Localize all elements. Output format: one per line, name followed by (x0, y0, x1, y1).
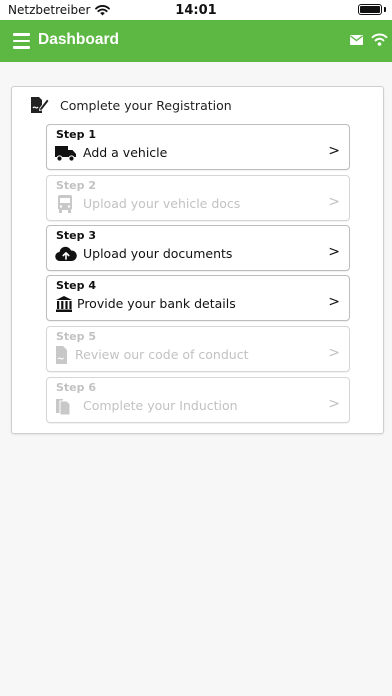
chevron-right-icon: > (328, 345, 340, 361)
cloud-upload-icon (55, 246, 77, 262)
hamburger-menu-icon[interactable] (13, 33, 30, 49)
chevron-right-icon: > (328, 143, 340, 159)
wifi-icon[interactable] (371, 32, 388, 46)
status-bar: Netzbetreiber 14:01 (0, 0, 392, 20)
step-number: Step 4 (56, 279, 96, 292)
registration-card: Complete your Registration Step 1 Add a … (11, 86, 384, 434)
bank-icon (56, 296, 72, 312)
chevron-right-icon: > (328, 244, 340, 260)
bus-icon (58, 195, 72, 213)
chevron-right-icon: > (328, 194, 340, 210)
chevron-right-icon: > (328, 294, 340, 310)
app-header: Dashboard (0, 20, 392, 62)
step-text: Add a vehicle (83, 145, 168, 160)
step-number: Step 5 (56, 330, 96, 343)
step-upload-vehicle-docs[interactable]: Step 2 Upload your vehicle docs > (46, 175, 350, 221)
copy-icon (56, 399, 71, 415)
page-title: Dashboard (38, 31, 119, 48)
envelope-icon[interactable] (350, 35, 363, 45)
battery-icon (358, 4, 382, 15)
step-code-of-conduct[interactable]: Step 5 Review our code of conduct > (46, 326, 350, 372)
step-number: Step 6 (56, 381, 96, 394)
edit-document-icon (31, 97, 50, 113)
step-number: Step 2 (56, 179, 96, 192)
step-text: Complete your Induction (83, 398, 238, 413)
step-number: Step 3 (56, 229, 96, 242)
truck-icon (55, 146, 76, 162)
step-text: Provide your bank details (77, 296, 236, 311)
step-induction[interactable]: Step 6 Complete your Induction > (46, 377, 350, 423)
registration-title: Complete your Registration (60, 98, 232, 113)
battery-cap (384, 7, 386, 12)
step-number: Step 1 (56, 128, 96, 141)
document-icon (56, 346, 67, 364)
step-upload-documents[interactable]: Step 3 Upload your documents > (46, 225, 350, 271)
step-text: Upload your vehicle docs (83, 196, 241, 211)
status-time: 14:01 (175, 3, 217, 18)
step-text: Review our code of conduct (75, 347, 249, 362)
chevron-right-icon: > (328, 396, 340, 412)
step-add-vehicle[interactable]: Step 1 Add a vehicle > (46, 124, 350, 170)
step-text: Upload your documents (83, 246, 233, 261)
step-bank-details[interactable]: Step 4 Provide your bank details > (46, 275, 350, 321)
